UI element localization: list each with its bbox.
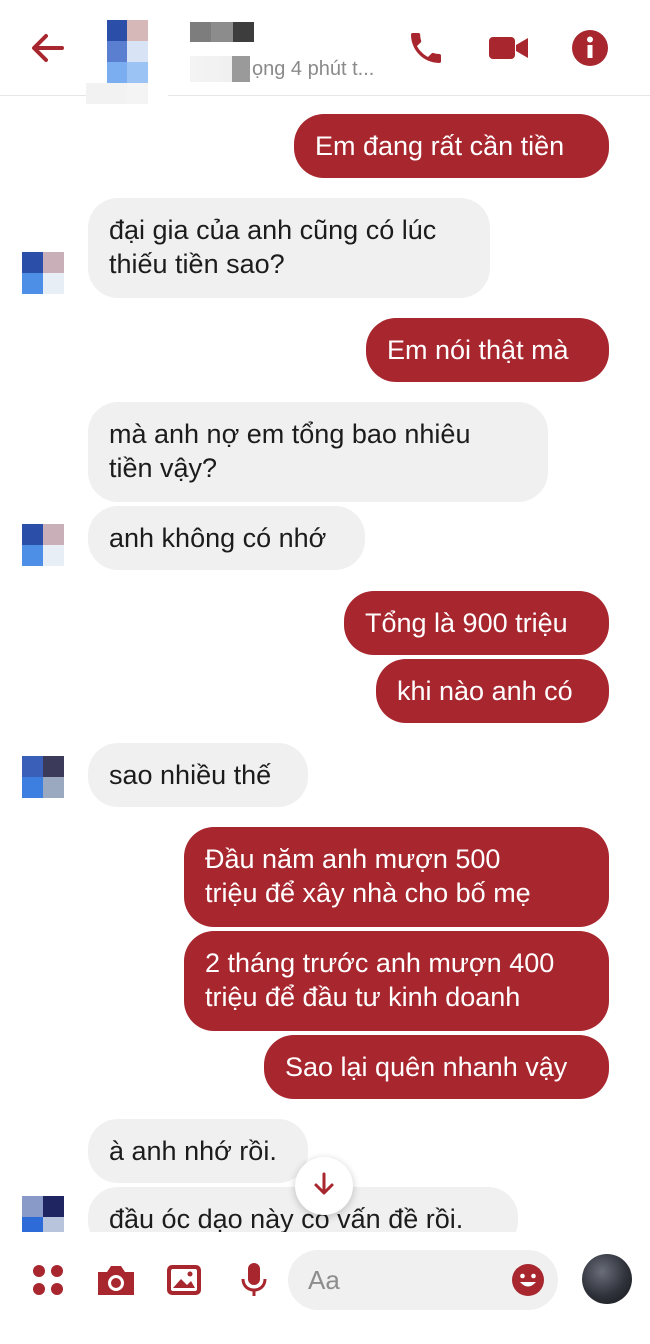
status-blur	[190, 56, 250, 82]
message-outgoing[interactable]: Em nói thật mà	[366, 318, 609, 382]
message-input-placeholder: Aa	[308, 1265, 340, 1295]
image-icon[interactable]	[164, 1260, 204, 1300]
sender-avatar[interactable]	[22, 524, 64, 566]
message-incoming[interactable]: đại gia của anh cũng có lúc thiếu tiền s…	[88, 198, 490, 298]
video-camera-icon[interactable]	[488, 28, 530, 68]
message-outgoing[interactable]: Em đang rất cần tiền	[294, 114, 609, 178]
active-status: ọng 4 phút t...	[190, 56, 374, 82]
sender-avatar[interactable]	[22, 252, 64, 294]
back-arrow-icon[interactable]	[26, 26, 70, 70]
message-outgoing[interactable]: Sao lại quên nhanh vậy	[264, 1035, 609, 1099]
scroll-to-bottom-button[interactable]	[295, 1157, 353, 1215]
sender-avatar[interactable]	[22, 756, 64, 798]
message-incoming[interactable]: à anh nhớ rồi.	[88, 1119, 308, 1183]
like-icon[interactable]	[582, 1254, 632, 1304]
arrow-down-icon	[311, 1171, 337, 1202]
message-outgoing[interactable]: Tổng là 900 triệu	[344, 591, 609, 655]
message-outgoing[interactable]: 2 tháng trước anh mượn 400 triệu để đầu …	[184, 931, 609, 1031]
microphone-icon[interactable]	[234, 1260, 274, 1300]
info-icon[interactable]	[570, 28, 610, 68]
status-text: ọng 4 phút t...	[252, 57, 375, 80]
message-outgoing[interactable]: Đầu năm anh mượn 500 triệu để xây nhà ch…	[184, 827, 609, 927]
message-outgoing[interactable]: khi nào anh có	[376, 659, 609, 723]
contact-name-blurred[interactable]	[190, 22, 254, 42]
apps-icon[interactable]	[28, 1260, 68, 1300]
message-incoming[interactable]: anh không có nhớ	[88, 506, 365, 570]
contact-avatar[interactable]	[86, 20, 168, 104]
chat-header: ọng 4 phút t...	[0, 0, 650, 104]
emoji-icon[interactable]	[510, 1262, 546, 1298]
phone-icon[interactable]	[406, 28, 446, 68]
camera-icon[interactable]	[94, 1260, 138, 1300]
message-input[interactable]: Aa	[288, 1250, 558, 1310]
message-incoming[interactable]: sao nhiều thế	[88, 743, 308, 807]
message-incoming[interactable]: mà anh nợ em tổng bao nhiêu tiền vậy?	[88, 402, 548, 502]
message-composer: Aa	[0, 1232, 650, 1344]
